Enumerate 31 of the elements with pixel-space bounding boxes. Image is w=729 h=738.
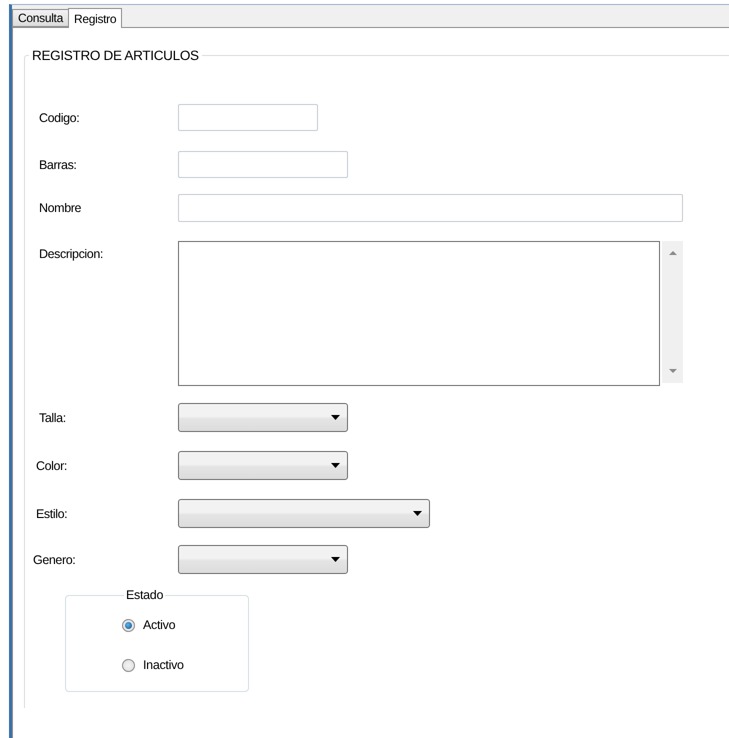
dropdown[interactable] — [178, 499, 430, 528]
tab[interactable]: Consulta — [12, 9, 69, 27]
dropdown[interactable] — [178, 545, 348, 574]
group-title: REGISTRO DE ARTICULOS — [31, 48, 200, 63]
description-field[interactable] — [178, 241, 660, 386]
field-label: Codigo: — [38, 110, 80, 124]
group-title: Estado — [125, 588, 164, 602]
radio-label[interactable]: Activo — [143, 618, 176, 632]
scroll-up-icon[interactable] — [668, 251, 676, 255]
scrollbar[interactable] — [662, 241, 683, 383]
text-field[interactable] — [178, 104, 318, 131]
radio-label[interactable]: Inactivo — [143, 658, 184, 672]
scroll-down-icon[interactable] — [668, 369, 676, 373]
field-label: Talla: — [38, 410, 67, 424]
field-label: Nombre — [38, 201, 82, 215]
dropdown[interactable] — [178, 451, 348, 480]
radio-button[interactable] — [122, 618, 135, 632]
dropdown[interactable] — [178, 403, 348, 432]
caret-icon — [331, 463, 340, 468]
caret-icon — [331, 415, 340, 420]
field-label: Estilo: — [35, 506, 68, 520]
text-field[interactable] — [178, 194, 683, 222]
caret-icon — [413, 511, 422, 516]
tab[interactable]: Registro — [68, 8, 122, 28]
radio-button[interactable] — [122, 658, 135, 672]
field-label: Barras: — [38, 158, 78, 172]
caret-icon — [331, 557, 340, 562]
text-field[interactable] — [178, 151, 348, 178]
field-label: Genero: — [32, 552, 76, 566]
field-label: Color: — [35, 458, 68, 472]
field-label: Descripcion: — [38, 246, 104, 261]
